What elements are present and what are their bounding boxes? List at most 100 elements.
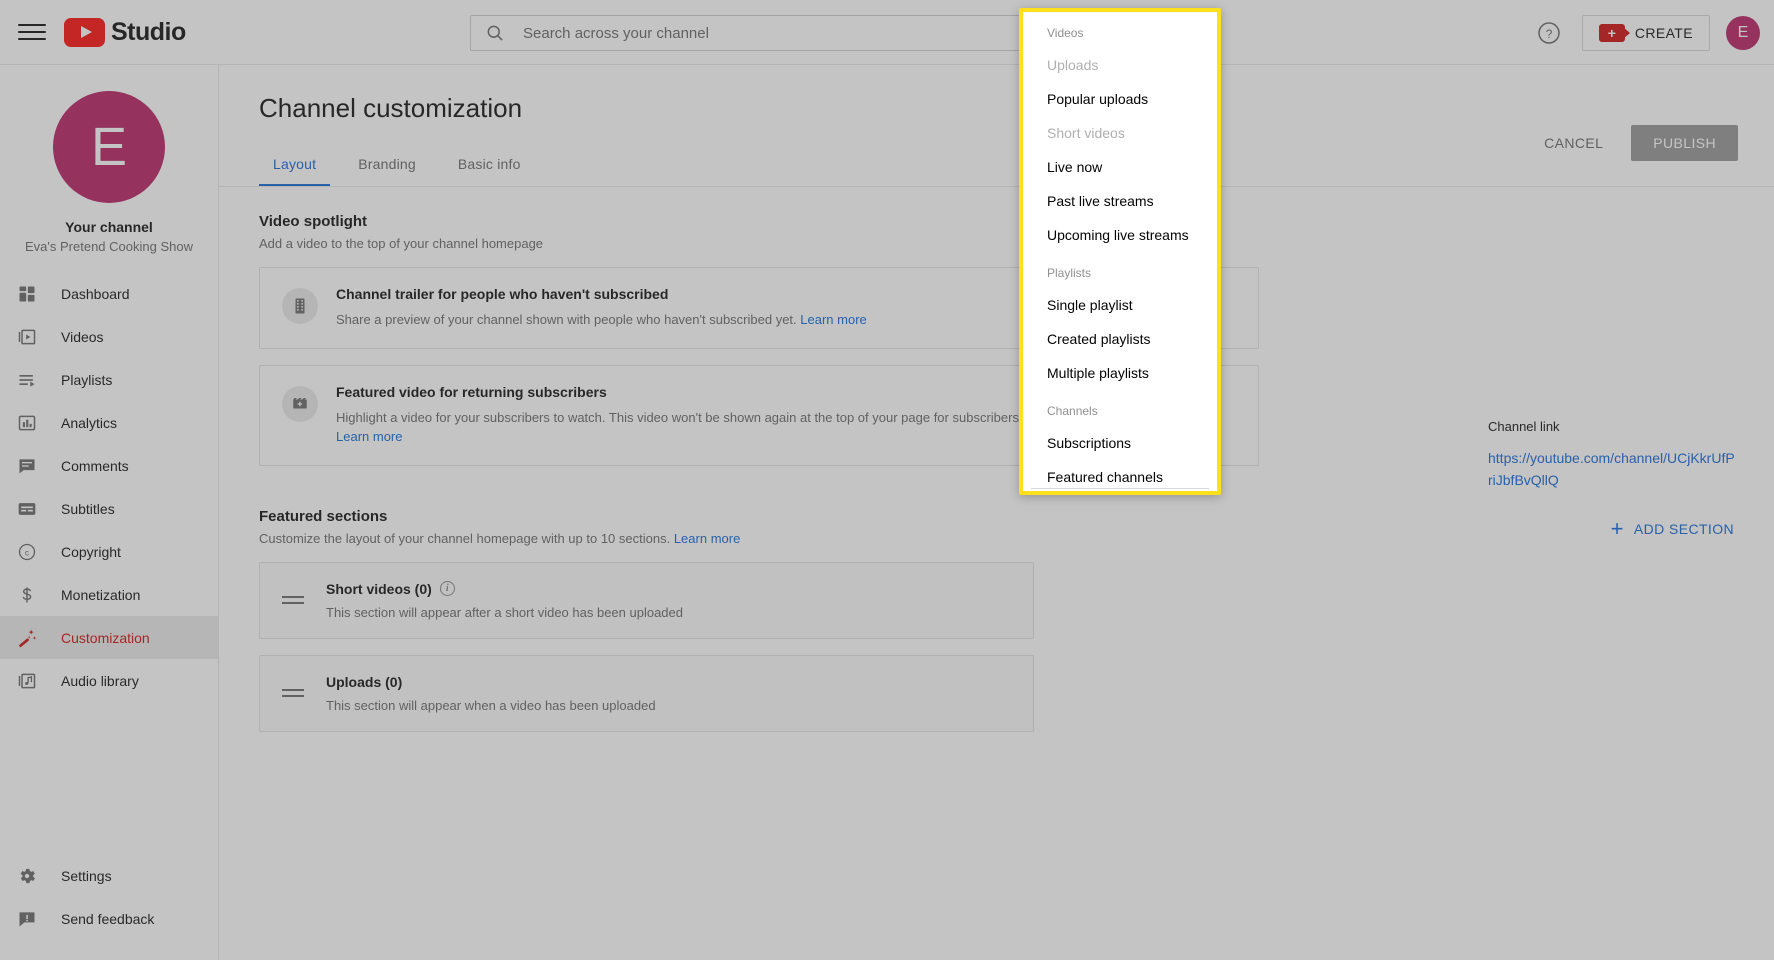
dropdown-group-label-channels: Channels xyxy=(1047,404,1098,418)
sidebar-item-playlists[interactable]: Playlists xyxy=(0,358,218,401)
dropdown-scroll-area[interactable]: Videos Uploads Popular uploads Short vid… xyxy=(1023,12,1217,482)
sidebar-item-label: Playlists xyxy=(61,371,113,388)
sidebar-item-monetization[interactable]: Monetization xyxy=(0,573,218,616)
tabs: Layout Branding Basic info xyxy=(259,148,1734,186)
tab-branding[interactable]: Branding xyxy=(344,148,430,186)
sidebar-item-label: Comments xyxy=(61,457,129,474)
add-section-button[interactable]: + ADD SECTION xyxy=(1610,515,1734,541)
video-camera-icon: + xyxy=(1598,23,1630,42)
search-area xyxy=(470,15,1105,51)
dropdown-item-created-playlists[interactable]: Created playlists xyxy=(1023,322,1217,356)
section-row-description: This section will appear when a video ha… xyxy=(326,697,656,713)
section-row-title-text: Uploads (0) xyxy=(326,673,403,690)
dropdown-item-featured-channels[interactable]: Featured channels xyxy=(1023,460,1217,482)
dropdown-item-upcoming-live-streams[interactable]: Upcoming live streams xyxy=(1023,218,1217,252)
sidebar-item-subtitles[interactable]: Subtitles xyxy=(0,487,218,530)
featured-sections-description: Customize the layout of your channel hom… xyxy=(259,531,1734,546)
learn-more-link[interactable]: Learn more xyxy=(800,312,866,327)
sidebar-item-videos[interactable]: Videos xyxy=(0,315,218,358)
sidebar-item-label: Audio library xyxy=(61,672,139,689)
sidebar-item-copyright[interactable]: c Copyright xyxy=(0,530,218,573)
tab-layout[interactable]: Layout xyxy=(259,148,331,186)
sidebar-item-label: Settings xyxy=(61,867,112,884)
dropdown-item-multiple-playlists[interactable]: Multiple playlists xyxy=(1023,356,1217,390)
feedback-icon xyxy=(15,907,39,931)
search-box[interactable] xyxy=(470,15,1105,51)
drag-handle-icon[interactable] xyxy=(282,596,304,604)
sidebar-item-comments[interactable]: Comments xyxy=(0,444,218,487)
card-description-text: Share a preview of your channel shown wi… xyxy=(336,312,797,327)
video-icon xyxy=(15,325,39,349)
youtube-play-icon xyxy=(64,17,105,47)
learn-more-link[interactable]: Learn more xyxy=(336,429,402,444)
dropdown-item-subscriptions[interactable]: Subscriptions xyxy=(1023,426,1217,460)
cancel-button[interactable]: CANCEL xyxy=(1528,125,1619,161)
svg-text:?: ? xyxy=(1546,26,1553,40)
drag-handle-icon[interactable] xyxy=(282,689,304,697)
dropdown-item-popular-uploads[interactable]: Popular uploads xyxy=(1023,82,1217,116)
page-title: Channel customization xyxy=(259,93,523,123)
video-spotlight-title: Video spotlight xyxy=(259,213,368,230)
channel-summary: E Your channel Eva's Pretend Cooking Sho… xyxy=(0,65,218,272)
dashboard-icon xyxy=(15,282,39,306)
section-row-uploads[interactable]: Uploads (0) This section will appear whe… xyxy=(259,654,1034,732)
dropdown-footer-divider xyxy=(1031,488,1209,489)
your-channel-label: Your channel xyxy=(65,219,153,235)
playlist-icon xyxy=(15,368,39,392)
dropdown-item-uploads: Uploads xyxy=(1047,57,1099,73)
film-strip-icon xyxy=(282,288,318,324)
featured-sections-title: Featured sections xyxy=(259,507,388,525)
dropdown-group-label-playlists: Playlists xyxy=(1047,266,1092,280)
help-icon[interactable]: ? xyxy=(1532,16,1566,50)
sidebar-item-label: Dashboard xyxy=(61,285,130,302)
sidebar-item-customization[interactable]: Customization xyxy=(0,616,218,659)
sidebar-item-settings[interactable]: Settings xyxy=(0,854,218,897)
dollar-icon xyxy=(15,583,39,607)
subtitles-icon xyxy=(15,497,39,521)
search-icon xyxy=(487,25,503,41)
featured-sections-header: Featured sections Customize the layout o… xyxy=(259,508,1734,546)
sidebar-item-label: Send feedback xyxy=(61,910,155,927)
dropdown-item-past-live-streams[interactable]: Past live streams xyxy=(1023,184,1217,218)
sidebar-item-analytics[interactable]: Analytics xyxy=(0,401,218,444)
sidebar-item-label: Analytics xyxy=(61,414,118,431)
channel-avatar: E xyxy=(53,91,165,203)
card-title: Channel trailer for people who haven't s… xyxy=(336,286,669,302)
sidebar-item-dashboard[interactable]: Dashboard xyxy=(0,272,218,315)
learn-more-link[interactable]: Learn more xyxy=(674,531,740,546)
page-header: Channel customization Layout Branding Ba… xyxy=(219,65,1774,186)
info-icon[interactable]: i xyxy=(439,581,455,596)
dropdown-item-live-now[interactable]: Live now xyxy=(1023,150,1217,184)
layout-content: Video spotlight Add a video to the top o… xyxy=(219,187,1774,732)
studio-logo[interactable]: Studio xyxy=(64,17,186,47)
hamburger-icon[interactable] xyxy=(18,21,46,43)
analytics-icon xyxy=(15,411,39,435)
avatar[interactable]: E xyxy=(1726,15,1760,50)
create-button[interactable]: + CREATE xyxy=(1581,14,1710,51)
music-icon xyxy=(15,669,39,693)
sidebar-item-label: Videos xyxy=(61,328,104,345)
channel-link-label: Channel link xyxy=(1488,419,1560,434)
add-section-dropdown: Videos Uploads Popular uploads Short vid… xyxy=(1019,8,1221,495)
card-description: Share a preview of your channel shown wi… xyxy=(336,310,867,330)
copyright-icon: c xyxy=(15,540,39,564)
channel-link-url[interactable]: https://youtube.com/channel/UCjKkrUfPriJ… xyxy=(1488,448,1738,491)
tab-basic-info[interactable]: Basic info xyxy=(444,148,535,186)
section-row-title: Short videos (0) i xyxy=(326,581,683,597)
plus-icon: + xyxy=(1610,515,1624,541)
sidebar-item-label: Monetization xyxy=(61,586,141,603)
sidebar-item-label: Copyright xyxy=(61,543,121,560)
dropdown-item-single-playlist[interactable]: Single playlist xyxy=(1023,288,1217,322)
sidebar-item-audio-library[interactable]: Audio library xyxy=(0,659,218,702)
comment-icon xyxy=(15,454,39,478)
search-input[interactable] xyxy=(523,24,1090,42)
sidebar-item-label: Customization xyxy=(61,629,150,646)
section-row-short-videos[interactable]: Short videos (0) i This section will app… xyxy=(259,561,1034,639)
brand-name: Studio xyxy=(111,17,186,46)
gear-icon xyxy=(15,864,39,888)
sidebar-item-send-feedback[interactable]: Send feedback xyxy=(0,897,218,940)
wand-icon xyxy=(15,626,39,650)
section-row-title-text: Short videos (0) xyxy=(326,580,432,597)
sidebar: E Your channel Eva's Pretend Cooking Sho… xyxy=(0,65,219,960)
publish-button[interactable]: PUBLISH xyxy=(1631,125,1738,161)
